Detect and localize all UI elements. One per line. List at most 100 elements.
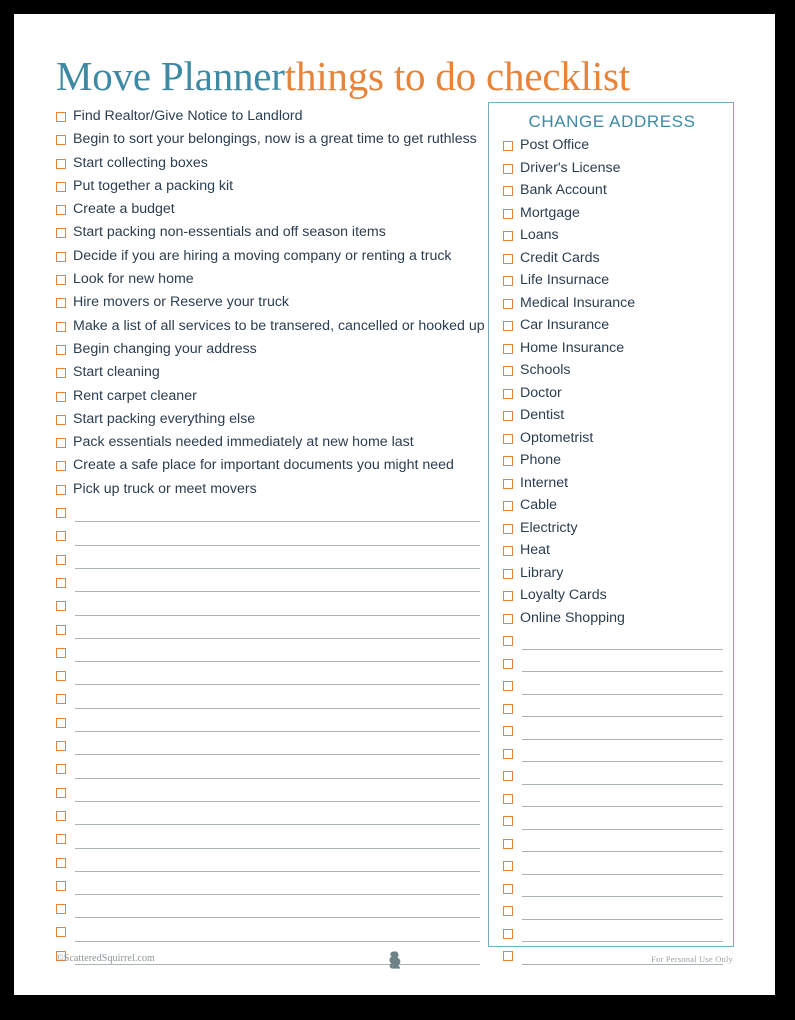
checkbox-icon[interactable] (56, 857, 66, 868)
checkbox-icon[interactable] (503, 411, 513, 421)
checklist-row[interactable]: Start packing non-essentials and off sea… (56, 223, 480, 246)
checklist-row[interactable]: Decide if you are hiring a moving compan… (56, 247, 480, 270)
checklist-row[interactable]: Pack essentials needed immediately at ne… (56, 433, 480, 456)
checkbox-icon[interactable] (503, 703, 513, 714)
write-in-line[interactable] (75, 661, 480, 663)
checkbox-icon[interactable] (56, 298, 66, 309)
checklist-row[interactable]: Schools (489, 361, 735, 384)
blank-checklist-row[interactable] (56, 922, 480, 945)
checklist-row[interactable]: Mortgage (489, 204, 735, 227)
checkbox-icon[interactable] (56, 112, 66, 122)
checkbox-icon[interactable] (503, 208, 513, 219)
checklist-row[interactable]: Loyalty Cards (489, 586, 735, 609)
checkbox-icon[interactable] (56, 135, 66, 146)
blank-checklist-row[interactable] (489, 766, 735, 789)
checklist-row[interactable]: Look for new home (56, 270, 480, 293)
checkbox-icon[interactable] (503, 568, 513, 579)
checklist-row[interactable]: Loans (489, 226, 735, 249)
checklist-row[interactable]: Internet (489, 474, 735, 497)
checklist-row[interactable]: Driver's License (489, 159, 735, 182)
checkbox-icon[interactable] (503, 388, 513, 399)
write-in-line[interactable] (75, 567, 480, 569)
checkbox-icon[interactable] (56, 624, 66, 635)
checklist-row[interactable]: Post Office (489, 136, 735, 159)
write-in-line[interactable] (75, 707, 480, 709)
blank-checklist-row[interactable] (56, 806, 480, 829)
checklist-row[interactable]: Make a list of all services to be transe… (56, 317, 485, 340)
checkbox-icon[interactable] (503, 501, 513, 511)
checklist-row[interactable]: Bank Account (489, 181, 735, 204)
checkbox-icon[interactable] (503, 636, 513, 646)
blank-checklist-row[interactable] (489, 744, 735, 767)
checkbox-icon[interactable] (56, 438, 66, 449)
checklist-row[interactable]: Start collecting boxes (56, 154, 480, 177)
checklist-row[interactable]: Create a safe place for important docume… (56, 456, 480, 479)
checklist-row[interactable]: Begin changing your address (56, 340, 480, 363)
checkbox-icon[interactable] (56, 741, 66, 752)
blank-checklist-row[interactable] (56, 736, 480, 759)
checkbox-icon[interactable] (56, 275, 66, 286)
blank-checklist-row[interactable] (489, 654, 735, 677)
checkbox-icon[interactable] (503, 546, 513, 556)
write-in-line[interactable] (75, 614, 480, 616)
checkbox-icon[interactable] (56, 484, 66, 495)
checklist-row[interactable]: Electricty (489, 519, 735, 542)
checkbox-icon[interactable] (503, 928, 513, 939)
write-in-line[interactable] (75, 894, 480, 896)
checklist-row[interactable]: Doctor (489, 384, 735, 407)
checkbox-icon[interactable] (56, 508, 66, 519)
checkbox-icon[interactable] (503, 433, 513, 444)
write-in-line[interactable] (75, 637, 480, 639)
checklist-row[interactable]: Start packing everything else (56, 410, 480, 433)
checklist-row[interactable]: Home Insurance (489, 339, 735, 362)
checkbox-icon[interactable] (56, 764, 66, 775)
write-in-line[interactable] (75, 940, 480, 942)
blank-checklist-row[interactable] (489, 699, 735, 722)
checkbox-icon[interactable] (56, 181, 66, 192)
blank-checklist-row[interactable] (56, 759, 480, 782)
write-in-line[interactable] (522, 941, 723, 942)
blank-checklist-row[interactable] (489, 676, 735, 699)
checkbox-icon[interactable] (503, 186, 513, 196)
checkbox-icon[interactable] (56, 717, 66, 728)
checkbox-icon[interactable] (56, 228, 66, 239)
checkbox-icon[interactable] (56, 787, 66, 798)
blank-checklist-row[interactable] (56, 503, 480, 526)
write-in-line[interactable] (75, 917, 480, 919)
checklist-row[interactable]: Cable (489, 496, 735, 519)
write-in-line[interactable] (522, 783, 723, 785)
checkbox-icon[interactable] (56, 414, 66, 425)
write-in-line[interactable] (75, 847, 480, 849)
write-in-line[interactable] (522, 738, 723, 740)
checkbox-icon[interactable] (56, 577, 66, 588)
checklist-row[interactable]: Credit Cards (489, 249, 735, 272)
checklist-row[interactable]: Dentist (489, 406, 735, 429)
blank-checklist-row[interactable] (56, 550, 480, 573)
checklist-row[interactable]: Life Insurnace (489, 271, 735, 294)
checklist-row[interactable]: Create a budget (56, 200, 480, 223)
blank-checklist-row[interactable] (489, 721, 735, 744)
checkbox-icon[interactable] (503, 478, 513, 489)
write-in-line[interactable] (522, 851, 723, 852)
write-in-line[interactable] (522, 918, 723, 920)
checkbox-icon[interactable] (56, 880, 66, 891)
blank-checklist-row[interactable] (56, 596, 480, 619)
write-in-line[interactable] (522, 671, 723, 672)
write-in-line[interactable] (75, 544, 480, 546)
checklist-row[interactable]: Heat (489, 541, 735, 564)
checklist-row[interactable]: Rent carpet cleaner (56, 387, 480, 410)
blank-checklist-row[interactable] (56, 783, 480, 806)
blank-checklist-row[interactable] (56, 573, 480, 596)
blank-checklist-row[interactable] (56, 526, 480, 549)
write-in-line[interactable] (75, 521, 480, 523)
blank-checklist-row[interactable] (489, 901, 735, 924)
write-in-line[interactable] (522, 693, 723, 695)
checkbox-icon[interactable] (56, 554, 66, 565)
checklist-row[interactable]: Pick up truck or meet movers (56, 480, 480, 503)
blank-checklist-row[interactable] (56, 829, 480, 852)
checkbox-icon[interactable] (56, 601, 66, 612)
checkbox-icon[interactable] (503, 771, 513, 781)
checkbox-icon[interactable] (503, 366, 513, 376)
write-in-line[interactable] (75, 754, 480, 756)
checkbox-icon[interactable] (56, 321, 66, 332)
